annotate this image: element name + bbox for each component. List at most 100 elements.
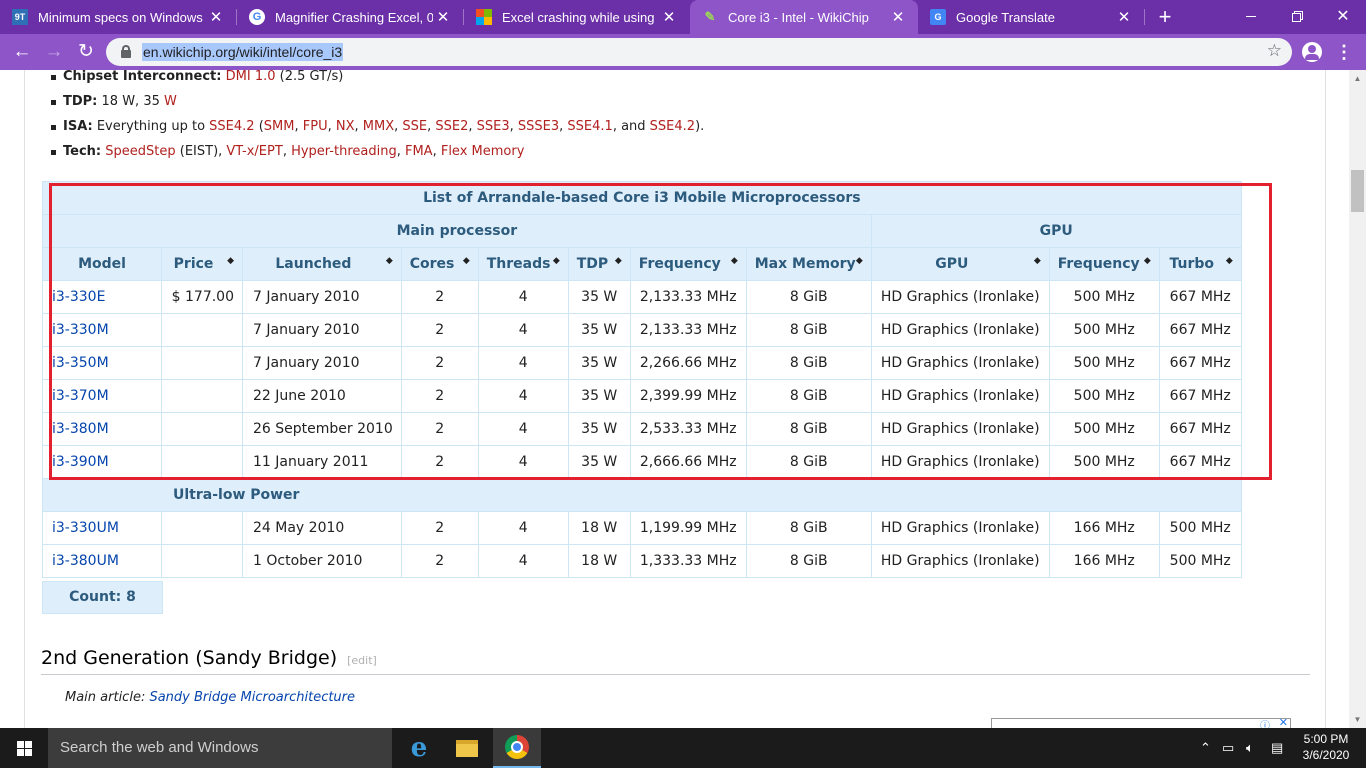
new-tab-button[interactable]: + xyxy=(1152,4,1178,30)
volume-muted-icon[interactable]: 🔈︎ xyxy=(1246,728,1254,768)
spec-link[interactable]: SSE3 xyxy=(477,119,510,134)
tab-1[interactable]: G Magnifier Crashing Excel, 0xc0000005 ✕ xyxy=(237,0,463,34)
spec-link[interactable]: Hyper-threading xyxy=(291,144,397,159)
taskbar-search-box[interactable]: Search the web and Windows xyxy=(48,728,392,768)
url-text[interactable]: en.wikichip.org/wiki/intel/core_i3 xyxy=(142,43,344,61)
spec-link[interactable]: SSE4.1 xyxy=(567,119,612,134)
sort-icon[interactable]: ◆ xyxy=(1034,256,1041,266)
spec-link[interactable]: VT-x/EPT xyxy=(226,144,282,159)
sort-icon[interactable]: ◆ xyxy=(1144,256,1151,266)
column-header-max-memory[interactable]: ◆ Max Memory xyxy=(745,247,872,281)
spec-link[interactable]: SpeedStep xyxy=(105,144,175,159)
cell-model[interactable]: i3-330E xyxy=(42,280,162,314)
column-header-cores[interactable]: ◆ Cores xyxy=(400,247,479,281)
close-icon[interactable]: ✕ xyxy=(206,8,226,26)
windows-start-icon[interactable] xyxy=(0,728,48,768)
close-icon[interactable]: ✕ xyxy=(1114,8,1134,26)
ad-close-icon[interactable]: ✕ xyxy=(1279,716,1288,728)
spec-link[interactable]: SSE xyxy=(402,119,427,134)
kebab-menu-icon[interactable]: ⋮ xyxy=(1334,37,1354,67)
spec-link[interactable]: SSE2 xyxy=(435,119,468,134)
cell-frequency: 2,666.66 MHz xyxy=(629,445,747,479)
gt-icon: 9T xyxy=(12,9,28,25)
spec-link[interactable]: SSSE3 xyxy=(518,119,559,134)
network-icon[interactable]: ▭ xyxy=(1222,728,1234,768)
spec-bullet-list: Chipset Interconnect: DMI 1.0 (2.5 GT/s)… xyxy=(51,70,704,164)
scroll-up-arrow-icon[interactable]: ▲ xyxy=(1349,70,1366,87)
reload-icon[interactable]: ↻ xyxy=(71,37,101,67)
file-explorer-icon[interactable] xyxy=(443,728,491,768)
page-scrollbar[interactable]: ▲ ▼ xyxy=(1349,70,1366,728)
adchoices-icon[interactable]: ⓘ xyxy=(1260,717,1270,728)
forward-arrow-icon[interactable]: → xyxy=(39,37,69,67)
spec-link[interactable]: W xyxy=(164,94,177,109)
column-header-gpu[interactable]: ◆ GPU xyxy=(870,247,1050,281)
window-close-icon[interactable]: ✕ xyxy=(1320,0,1366,32)
taskbar-clock[interactable]: 5:00 PM 3/6/2020 xyxy=(1298,731,1354,763)
spec-link[interactable]: Flex Memory xyxy=(441,144,525,159)
bookmark-star-icon[interactable]: ☆ xyxy=(1267,41,1282,61)
minimize-icon[interactable] xyxy=(1228,0,1274,32)
close-icon[interactable]: ✕ xyxy=(888,8,908,26)
back-arrow-icon[interactable]: ← xyxy=(7,37,37,67)
address-bar[interactable]: en.wikichip.org/wiki/intel/core_i3 ☆ xyxy=(106,38,1292,66)
sort-icon[interactable]: ◆ xyxy=(463,256,470,266)
tab-4[interactable]: G Google Translate ✕ xyxy=(918,0,1144,34)
cell-turbo: 667 MHz xyxy=(1158,379,1242,413)
spec-link[interactable]: SMM xyxy=(264,119,295,134)
cell-model[interactable]: i3-380UM xyxy=(42,544,162,578)
spec-link[interactable]: FPU xyxy=(303,119,328,134)
sort-icon[interactable]: ◆ xyxy=(1226,256,1233,266)
spec-link[interactable]: SSE4.2 xyxy=(209,119,254,134)
sort-icon[interactable]: ◆ xyxy=(615,256,622,266)
chrome-taskbar-icon[interactable] xyxy=(493,728,541,768)
main-article-link[interactable]: Sandy Bridge Microarchitecture xyxy=(149,690,355,705)
column-header-price[interactable]: ◆ Price xyxy=(161,247,243,281)
cell-model[interactable]: i3-390M xyxy=(42,445,162,479)
column-header-frequency[interactable]: ◆ Frequency xyxy=(629,247,747,281)
close-icon[interactable]: ✕ xyxy=(659,8,679,26)
scroll-down-arrow-icon[interactable]: ▼ xyxy=(1349,711,1366,728)
spec-link[interactable]: NX xyxy=(336,119,355,134)
cell-model[interactable]: i3-330UM xyxy=(42,511,162,545)
cell-gpu: HD Graphics (Ironlake) xyxy=(870,511,1050,545)
cell-model[interactable]: i3-350M xyxy=(42,346,162,380)
cell-model[interactable]: i3-380M xyxy=(42,412,162,446)
close-icon[interactable]: ✕ xyxy=(433,8,453,26)
sort-icon[interactable]: ◆ xyxy=(731,256,738,266)
scroll-thumb[interactable] xyxy=(1351,170,1364,212)
column-header-threads[interactable]: ◆ Threads xyxy=(477,247,569,281)
column-header-launched[interactable]: ◆ Launched xyxy=(242,247,402,281)
restore-icon[interactable] xyxy=(1274,0,1320,32)
sort-icon[interactable]: ◆ xyxy=(856,256,863,266)
cell-gpu-frequency: 166 MHz xyxy=(1048,544,1160,578)
spec-link[interactable]: FMA xyxy=(405,144,433,159)
spec-text: , xyxy=(509,119,518,134)
spec-link[interactable]: MMX xyxy=(363,119,394,134)
main-rows: i3-330E $ 177.00 7 January 2010 2 4 35 W 2,133… xyxy=(42,280,1242,479)
spec-link[interactable]: DMI 1.0 xyxy=(226,70,276,84)
notifications-icon[interactable]: ▤ xyxy=(1271,728,1283,768)
cell-model[interactable]: i3-330M xyxy=(42,313,162,347)
sort-icon[interactable]: ◆ xyxy=(227,256,234,266)
cell-gpu: HD Graphics (Ironlake) xyxy=(870,445,1050,479)
profile-avatar-icon[interactable] xyxy=(1302,42,1322,62)
column-header-turbo[interactable]: ◆ Turbo xyxy=(1158,247,1242,281)
spec-link[interactable]: SSE4.2 xyxy=(650,119,695,134)
column-header-tdp[interactable]: ◆ TDP xyxy=(567,247,631,281)
tab-3[interactable]: ✎ Core i3 - Intel - WikiChip ✕ xyxy=(690,0,918,34)
edge-icon[interactable]: e xyxy=(395,728,443,768)
column-header-gpu-frequency[interactable]: ◆ Frequency xyxy=(1048,247,1160,281)
spec-text: , xyxy=(282,144,292,159)
tab-2[interactable]: Excel crashing while using Magnifier ✕ xyxy=(464,0,689,34)
spec-text: ). xyxy=(695,119,705,134)
cell-model[interactable]: i3-370M xyxy=(42,379,162,413)
sort-icon[interactable]: ◆ xyxy=(553,256,560,266)
edit-link[interactable]: [edit] xyxy=(347,654,377,667)
show-hidden-icons-chevron-icon[interactable]: ⌃ xyxy=(1200,728,1211,768)
cell-frequency: 2,133.33 MHz xyxy=(629,313,747,347)
cell-threads: 4 xyxy=(477,313,569,347)
sort-icon[interactable]: ◆ xyxy=(386,256,393,266)
clock-time: 5:00 PM xyxy=(1303,732,1349,746)
tab-0[interactable]: 9T Minimum specs on Windows 10 ✕ xyxy=(0,0,236,34)
